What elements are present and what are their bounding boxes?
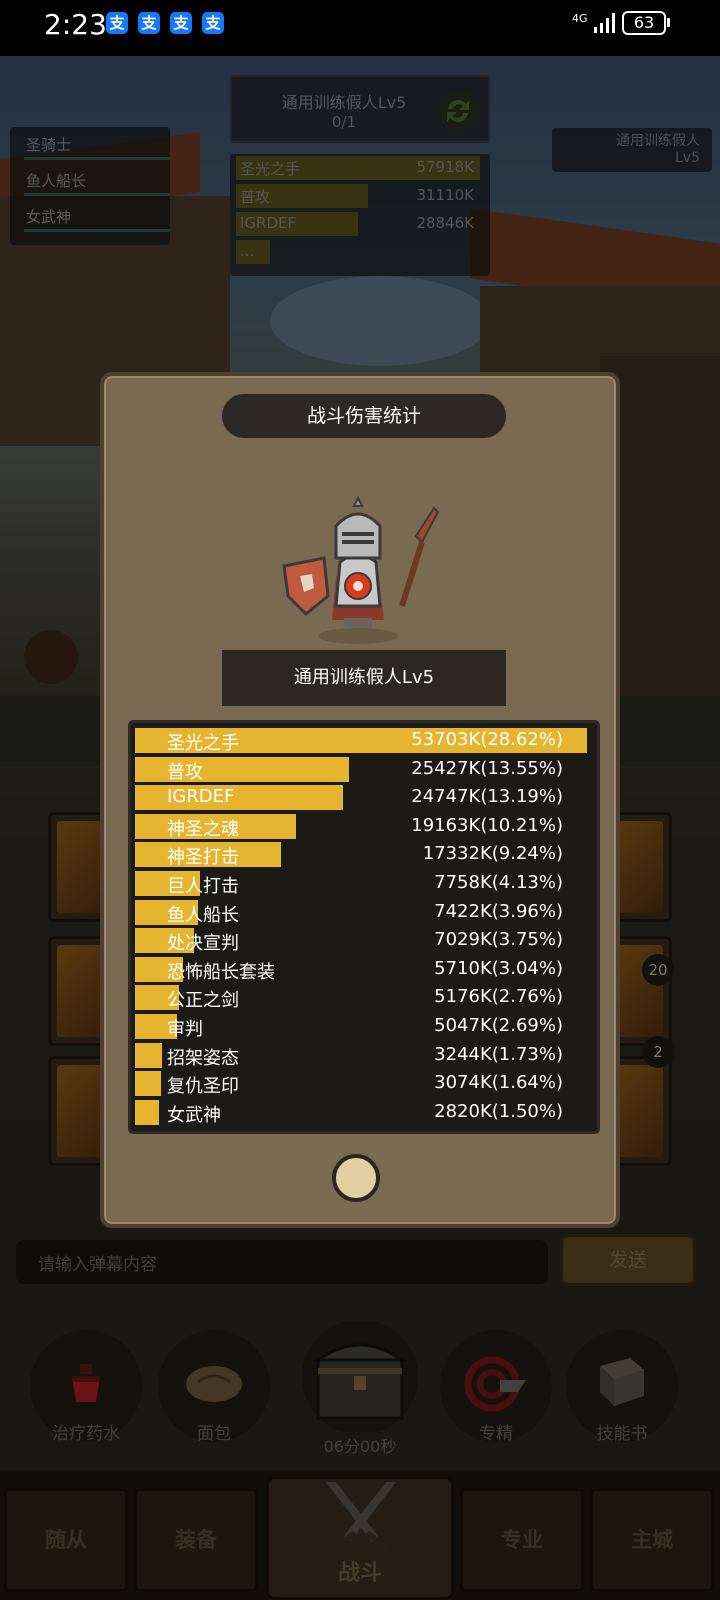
battery-tip xyxy=(667,18,670,27)
status-time: 2:23 xyxy=(44,8,107,41)
alipay-icon: 支 xyxy=(170,12,192,34)
damage-bar xyxy=(135,1099,159,1125)
damage-skill-name: 公正之剑 xyxy=(167,990,239,1012)
damage-skill-name: IGRDEF xyxy=(167,786,235,808)
damage-skill-name: 巨人打击 xyxy=(167,876,239,897)
damage-skill-name: 神圣打击 xyxy=(167,847,239,869)
damage-value: 19163K(10.21%) xyxy=(411,814,563,836)
damage-value: 5710K(3.04%) xyxy=(434,957,563,979)
damage-value: 24747K(13.19%) xyxy=(411,786,563,808)
modal-title: 战斗伤害统计 xyxy=(306,405,421,427)
damage-value: 7422K(3.96%) xyxy=(434,900,563,922)
damage-skill-name: 普攻 xyxy=(167,761,203,783)
damage-stat-row: 审判 5047K(2.69%) xyxy=(135,1013,595,1040)
damage-value: 25427K(13.55%) xyxy=(411,757,563,779)
training-dummy-icon xyxy=(282,496,440,644)
signal-icon xyxy=(594,13,615,33)
status-bar: 2:23 支 支 支 支 4G 63 xyxy=(0,0,720,56)
damage-stat-row: 圣光之手 53703K(28.62%) xyxy=(135,727,595,754)
damage-bar xyxy=(135,1042,163,1068)
damage-stat-row: 处决宣判 7029K(3.75%) xyxy=(135,927,595,954)
damage-value: 53703K(28.62%) xyxy=(411,729,563,750)
damage-value: 2820K(1.50%) xyxy=(434,1100,563,1122)
damage-value: 3244K(1.73%) xyxy=(434,1043,563,1065)
alipay-icon: 支 xyxy=(138,12,160,34)
damage-stat-row: 普攻 25427K(13.55%) xyxy=(135,756,595,783)
network-type: 4G xyxy=(572,12,588,25)
damage-stat-row: 公正之剑 5176K(2.76%) xyxy=(135,984,595,1011)
target-plate-label: 通用训练假人Lv5 xyxy=(293,667,435,688)
damage-value: 5176K(2.76%) xyxy=(434,986,563,1008)
damage-stats-modal: 战斗伤害统计 通用训练假人Lv5 圣光之手 53703K(28.62%) 普攻 254… xyxy=(100,372,620,1228)
damage-stat-row: 神圣之魂 19163K(10.21%) xyxy=(135,813,595,840)
damage-stat-row: 招架姿态 3244K(1.73%) xyxy=(135,1042,595,1069)
damage-skill-name: 处决宣判 xyxy=(167,933,239,955)
damage-stat-row: 复仇圣印 3074K(1.64%) xyxy=(135,1070,595,1097)
damage-stat-row: 巨人打击 7758K(4.13%) xyxy=(135,870,595,897)
damage-value: 17332K(9.24%) xyxy=(422,843,563,865)
damage-skill-name: 审判 xyxy=(167,1019,203,1040)
modal-title-bar: 战斗伤害统计 xyxy=(222,394,506,438)
damage-stat-row: 女武神 2820K(1.50%) xyxy=(135,1099,595,1126)
damage-skill-name: 女武神 xyxy=(167,1104,221,1126)
damage-skill-name: 招架姿态 xyxy=(167,1047,239,1069)
damage-skill-name: 复仇圣印 xyxy=(167,1076,239,1098)
damage-value: 3074K(1.64%) xyxy=(434,1072,563,1094)
close-button[interactable] xyxy=(332,1154,380,1202)
damage-value: 7758K(4.13%) xyxy=(434,872,563,893)
damage-stat-row: IGRDEF 24747K(13.19%) xyxy=(135,784,595,811)
damage-skill-name: 神圣之魂 xyxy=(167,818,239,840)
target-plate: 通用训练假人Lv5 xyxy=(222,650,506,706)
damage-skill-name: 鱼人船长 xyxy=(167,904,239,926)
battery-indicator: 63 xyxy=(622,11,666,35)
damage-skill-name: 恐怖船长套装 xyxy=(167,961,275,983)
damage-bar xyxy=(135,1071,161,1097)
alipay-icon: 支 xyxy=(202,12,224,34)
damage-stats-list[interactable]: 圣光之手 53703K(28.62%) 普攻 25427K(13.55%) IGRDEF… xyxy=(128,720,600,1134)
alipay-icon: 支 xyxy=(106,12,128,34)
damage-stat-row: 神圣打击 17332K(9.24%) xyxy=(135,841,595,868)
damage-value: 7029K(3.75%) xyxy=(434,929,563,951)
damage-skill-name: 圣光之手 xyxy=(167,733,239,754)
damage-value: 5047K(2.69%) xyxy=(434,1015,563,1036)
damage-stat-row: 鱼人船长 7422K(3.96%) xyxy=(135,899,595,926)
damage-stat-row: 恐怖船长套装 5710K(3.04%) xyxy=(135,956,595,983)
